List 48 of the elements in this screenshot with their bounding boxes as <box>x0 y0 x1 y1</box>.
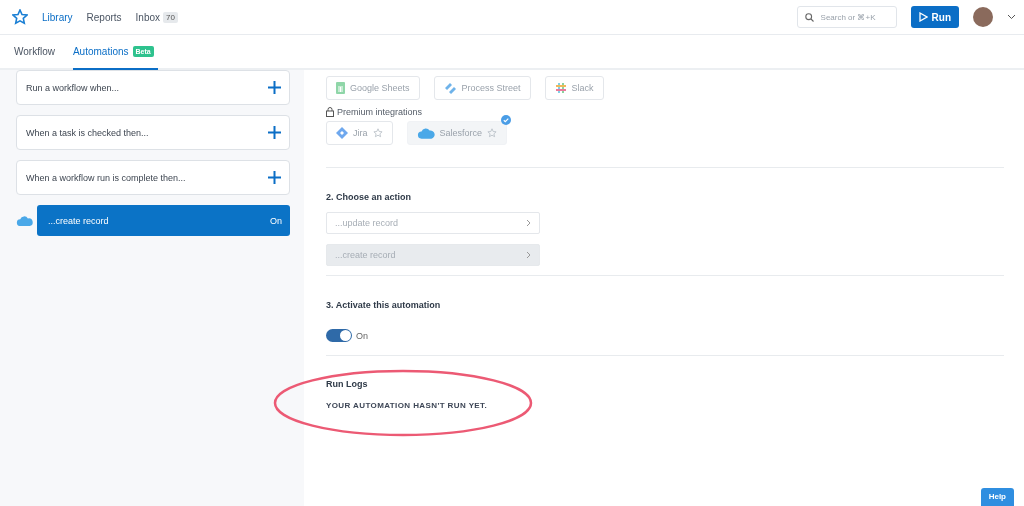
nav-link[interactable]: Library <box>42 11 73 23</box>
empty-message: YOUR AUTOMATION HASN'T RUN YET. <box>326 401 489 410</box>
count-badge: 70 <box>163 11 178 23</box>
trigger-card[interactable]: Run a workflow when... <box>16 70 290 105</box>
section-title: Run Logs <box>326 379 369 389</box>
integration-option[interactable]: Google Sheets <box>326 76 420 100</box>
trigger-card[interactable]: When a workflow run is complete then... <box>16 160 290 195</box>
nav-link[interactable]: Inbox 70 <box>135 11 178 23</box>
lock-icon <box>326 107 334 117</box>
cloud-logo-icon <box>16 214 33 227</box>
integration-option[interactable]: Slack <box>544 76 604 100</box>
hash-logo-icon <box>554 82 567 94</box>
check-badge-icon <box>501 115 512 125</box>
spreadsheet-icon <box>336 82 345 94</box>
run-button[interactable]: Run <box>910 6 959 28</box>
star-icon <box>372 128 383 138</box>
integration-option[interactable]: Jira <box>326 121 393 145</box>
chevron-down-icon[interactable] <box>1007 14 1016 20</box>
search-box[interactable]: Search or ⌘+K <box>796 6 897 28</box>
diamond-logo-icon <box>336 127 348 139</box>
automation-item[interactable]: ...create record On <box>37 205 290 236</box>
cloud-logo-icon <box>416 126 435 140</box>
tab[interactable]: Workflow <box>14 35 59 70</box>
section-title: 3. Activate this automation <box>326 300 442 310</box>
star-icon <box>487 128 498 138</box>
stripes-logo-icon <box>443 82 457 94</box>
toggle-switch[interactable] <box>326 329 352 342</box>
search-icon <box>804 12 814 22</box>
star-logo-icon[interactable] <box>12 9 28 25</box>
plus-icon[interactable] <box>268 126 281 139</box>
trigger-label: Run a workflow when... <box>26 82 120 93</box>
automation-label: ...create record <box>48 215 109 226</box>
chevron-right-icon <box>526 251 531 259</box>
avatar[interactable] <box>973 7 993 27</box>
play-icon <box>918 12 928 22</box>
chevron-right-icon <box>526 219 531 227</box>
plus-icon[interactable] <box>268 171 281 184</box>
integration-option[interactable]: Process Street <box>433 76 531 100</box>
section-label: Premium integrations <box>337 107 423 117</box>
section-title: 2. Choose an action <box>326 192 413 202</box>
help-button[interactable]: Help <box>980 488 1014 506</box>
nav-link[interactable]: Reports <box>86 11 122 23</box>
trigger-card[interactable]: When a task is checked then... <box>16 115 290 150</box>
toggle-label: On <box>356 330 368 341</box>
trigger-label: When a workflow run is complete then... <box>26 172 186 183</box>
trigger-label: When a task is checked then... <box>26 127 149 138</box>
status-label: On <box>270 215 282 226</box>
plus-icon[interactable] <box>268 81 281 94</box>
